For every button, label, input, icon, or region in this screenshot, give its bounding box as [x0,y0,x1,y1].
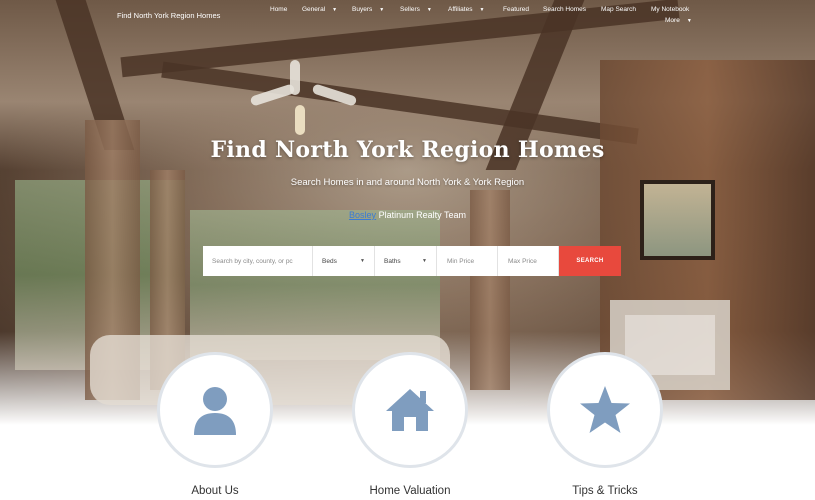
nav-label: Featured [503,6,530,13]
caret-down-icon: ▼ [426,7,432,13]
home-icon [386,389,434,431]
fan-blade [249,83,296,107]
feature-about-us[interactable]: About Us [156,352,274,497]
nav-sellers[interactable]: Sellers ▼ [400,6,432,13]
nav-label: My Notebook [651,6,690,13]
site-name-link[interactable]: Find North York Region Homes [117,11,220,20]
wall-painting [640,180,715,260]
fan-light [295,105,305,135]
curtain [470,190,510,390]
nav-label: More [665,17,680,24]
nav-map-search[interactable]: Map Search [601,6,636,13]
caret-down-icon: ▼ [479,7,485,13]
nav-label: Map Search [601,6,637,13]
fan-blade [311,83,358,107]
feature-circle [352,352,468,468]
nav-general[interactable]: General ▼ [302,6,337,13]
location-search-input[interactable] [203,246,313,276]
nav-label: Search Homes [543,6,586,13]
nav-label: Affiliates [448,6,473,13]
team-line: Bosley Platinum Realty Team [0,210,815,220]
feature-circle [547,352,663,468]
caret-down-icon: ▼ [379,7,385,13]
nav-search-homes[interactable]: Search Homes [543,6,586,13]
brand-link[interactable]: Bosley [349,210,376,220]
page-title: Find North York Region Homes [210,137,605,163]
nav-home[interactable]: Home [270,6,287,13]
feature-circle [157,352,273,468]
feature-label: Tips & Tricks [572,485,638,497]
feature-home-valuation[interactable]: Home Valuation [351,352,469,497]
caret-down-icon: ▼ [360,258,365,264]
feature-label: Home Valuation [369,485,451,497]
search-bar: Beds ▼ Baths ▼ SEARCH [203,246,621,276]
star-icon [580,386,630,433]
feature-label: About Us [191,485,239,497]
nav-label: Sellers [400,6,420,13]
nav-label: Buyers [352,6,373,13]
baths-select[interactable]: Baths ▼ [375,246,437,276]
beds-label: Beds [322,257,337,265]
beds-select[interactable]: Beds ▼ [313,246,375,276]
team-name: Platinum Realty Team [378,210,466,220]
user-icon [194,387,236,435]
nav-label: Home [270,6,288,13]
baths-label: Baths [384,257,401,265]
nav-label: General [302,6,326,13]
max-price-input[interactable] [498,246,559,276]
caret-down-icon: ▼ [686,18,692,24]
min-price-input[interactable] [437,246,498,276]
caret-down-icon: ▼ [332,7,338,13]
nav-featured[interactable]: Featured [503,6,529,13]
feature-tips-tricks[interactable]: Tips & Tricks [546,352,664,497]
ceiling-fan [249,60,360,140]
nav-affiliates[interactable]: Affiliates ▼ [448,6,484,13]
nav-more[interactable]: More ▼ [665,17,692,24]
fan-blade [290,60,300,95]
hero-subtitle: Search Homes in and around North York & … [290,177,525,188]
search-button[interactable]: SEARCH [559,246,621,276]
nav-my-notebook[interactable]: My Notebook [651,6,689,13]
nav-buyers[interactable]: Buyers ▼ [352,6,384,13]
caret-down-icon: ▼ [422,258,427,264]
